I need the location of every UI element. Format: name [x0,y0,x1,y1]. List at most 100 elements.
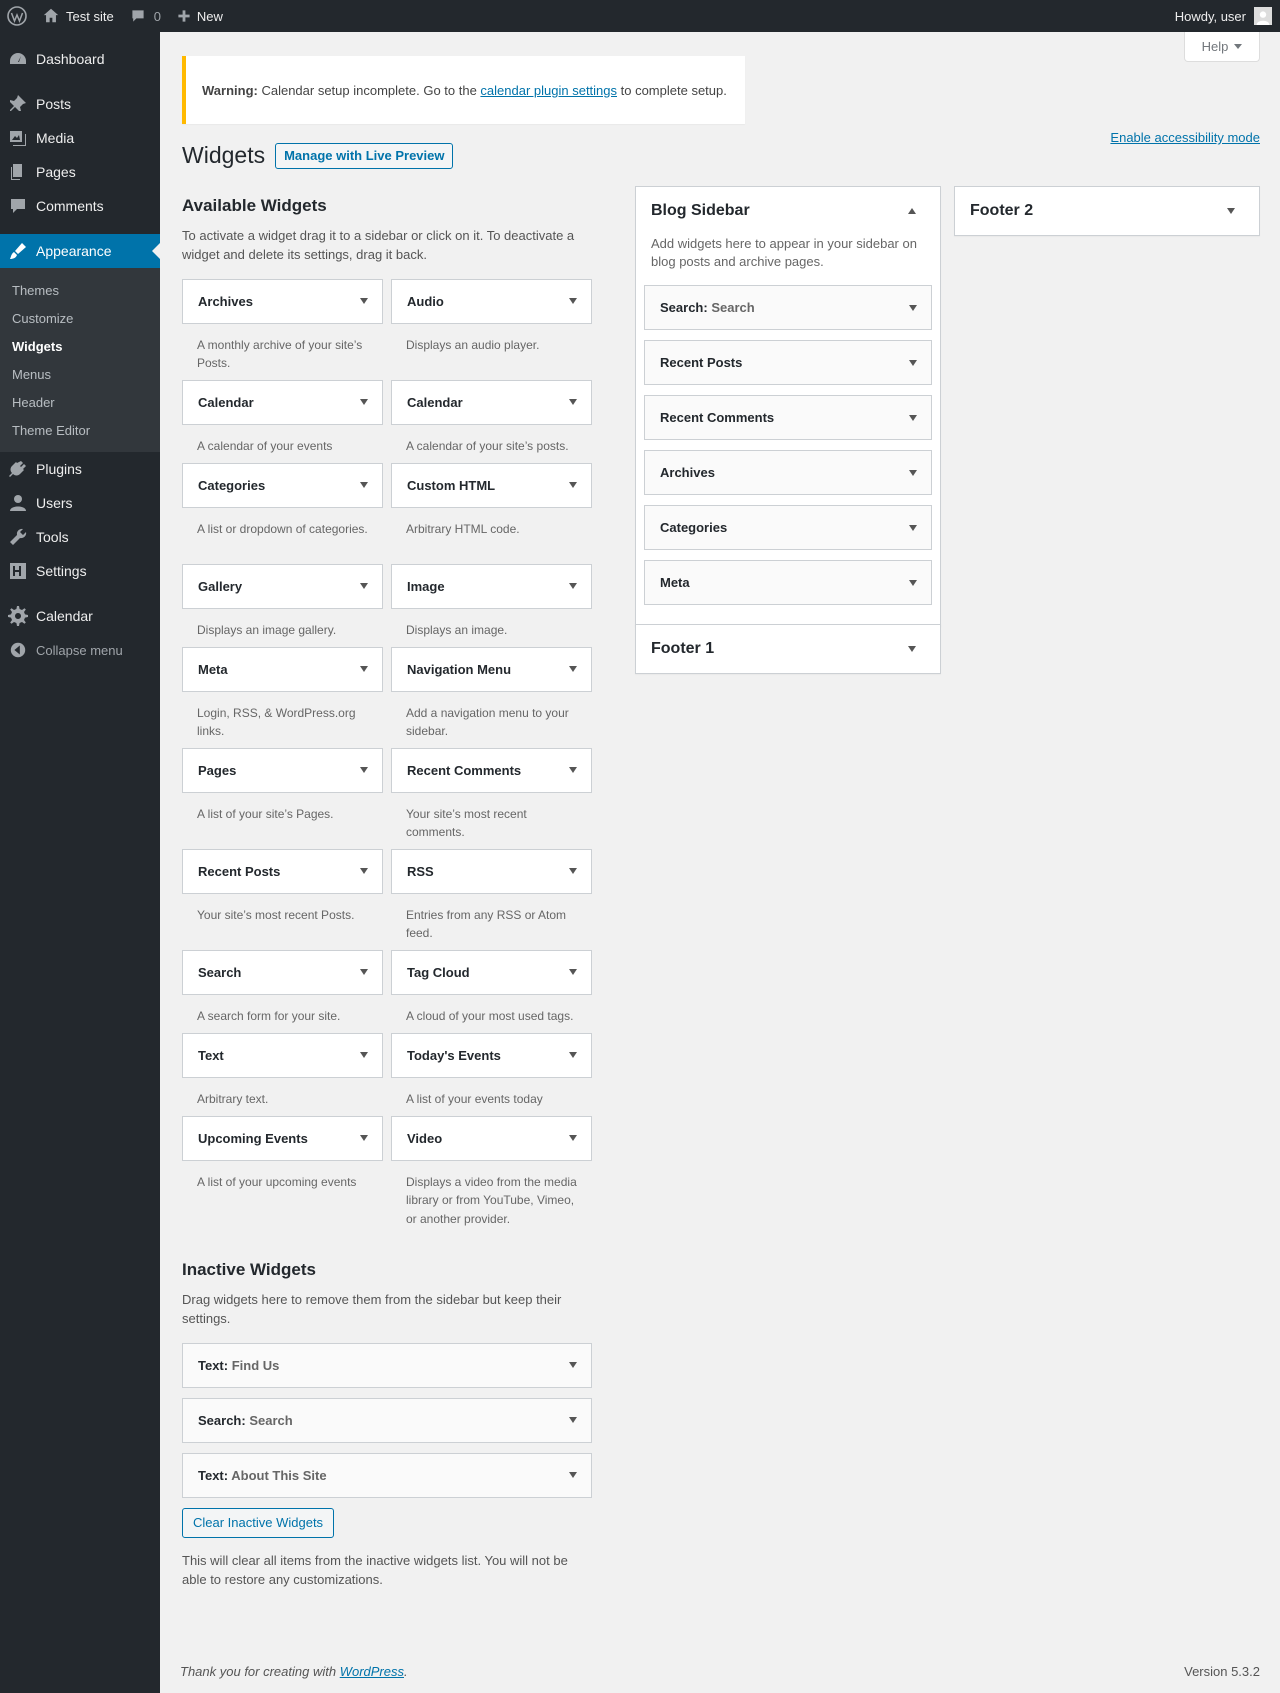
footer-1-title: Footer 1 [651,640,715,657]
arrow-down-icon[interactable] [909,579,917,586]
menu-pages[interactable]: Pages [0,155,160,189]
calendar-settings-link[interactable]: calendar plugin settings [480,83,617,98]
widget-title-bar[interactable]: Categories [182,462,383,508]
submenu-menus[interactable]: Menus [0,360,160,388]
widget-title-bar[interactable]: Calendar [182,379,383,425]
menu-posts[interactable]: Posts [0,87,160,121]
submenu-themes[interactable]: Themes [0,276,160,304]
widget-description: A list of your events today [406,1091,543,1106]
arrow-down-icon[interactable] [909,524,917,531]
arrow-up-icon[interactable] [908,208,916,214]
menu-dashboard[interactable]: Dashboard [0,42,160,76]
submenu-customize[interactable]: Customize [0,304,160,332]
arrow-down-icon[interactable] [569,868,577,875]
menu-appearance[interactable]: Appearance [0,234,160,268]
widget-title-bar[interactable]: Meta [182,646,383,692]
submenu-header[interactable]: Header [0,388,160,416]
inactive-widget[interactable]: Text: Find Us [182,1342,592,1388]
menu-tools[interactable]: Tools [0,520,160,554]
widget-title-bar[interactable]: Archives [182,278,383,324]
widget-title-bar[interactable]: Calendar [391,379,592,425]
arrow-down-icon[interactable] [569,298,577,305]
arrow-down-icon[interactable] [569,1417,577,1424]
menu-plugins[interactable]: Plugins [0,452,160,486]
submenu-theme-editor[interactable]: Theme Editor [0,416,160,444]
widget-title-bar[interactable]: Image [391,563,592,609]
widget-title-bar[interactable]: Pages [182,747,383,793]
menu-comments[interactable]: Comments [0,189,160,223]
arrow-down-icon[interactable] [908,646,916,652]
arrow-down-icon[interactable] [360,399,368,406]
arrow-down-icon[interactable] [909,304,917,311]
widget-title-bar[interactable]: Recent Comments [391,747,592,793]
arrow-down-icon[interactable] [569,1362,577,1369]
help-tab-button[interactable]: Help [1184,32,1260,62]
submenu-widgets[interactable]: Widgets [0,332,160,360]
sidebar-widget[interactable]: Categories [644,505,932,551]
arrow-down-icon[interactable] [909,469,917,476]
widget-label: Search: Search [660,300,755,315]
arrow-down-icon[interactable] [569,482,577,489]
new-content-link[interactable]: New [169,0,231,32]
widget-title-bar[interactable]: RSS [391,848,592,894]
widget-title-bar[interactable]: Upcoming Events [182,1115,383,1161]
widget-title-bar[interactable]: Video [391,1115,592,1161]
sidebar-widget[interactable]: Archives [644,450,932,496]
arrow-down-icon[interactable] [360,868,368,875]
arrow-down-icon[interactable] [909,359,917,366]
arrow-down-icon[interactable] [360,666,368,673]
arrow-down-icon[interactable] [569,1052,577,1059]
arrow-down-icon[interactable] [569,1135,577,1142]
arrow-down-icon[interactable] [360,482,368,489]
widget-title-bar[interactable]: Audio [391,278,592,324]
menu-calendar[interactable]: Calendar [0,599,160,633]
enable-accessibility-link[interactable]: Enable accessibility mode [1110,130,1260,145]
available-widget: RSS Entries from any RSS or Atom feed. [391,848,592,950]
widget-title-bar[interactable]: Navigation Menu [391,646,592,692]
sidebar-widget[interactable]: Meta [644,560,932,606]
wordpress-logo-icon[interactable] [0,0,34,32]
arrow-down-icon[interactable] [569,767,577,774]
arrow-down-icon[interactable] [569,666,577,673]
widget-title-bar[interactable]: Search [182,949,383,995]
arrow-down-icon[interactable] [569,399,577,406]
widget-title-bar[interactable]: Tag Cloud [391,949,592,995]
my-account-link[interactable]: Howdy, user [1167,0,1280,32]
menu-users[interactable]: Users [0,486,160,520]
arrow-down-icon[interactable] [360,767,368,774]
widget-title-bar[interactable]: Custom HTML [391,462,592,508]
sidebar-widget[interactable]: Recent Posts [644,340,932,386]
live-preview-button[interactable]: Manage with Live Preview [275,142,454,169]
widget-title-bar[interactable]: Recent Posts [182,848,383,894]
footer-2-header[interactable]: Footer 2 [955,187,1259,235]
arrow-down-icon[interactable] [909,414,917,421]
collapse-menu-button[interactable]: Collapse menu [0,633,160,667]
arrow-down-icon[interactable] [569,583,577,590]
wordpress-link[interactable]: WordPress [340,1664,404,1679]
arrow-down-icon[interactable] [360,298,368,305]
inactive-widget[interactable]: Text: About This Site [182,1452,592,1498]
blog-sidebar-header[interactable]: Blog Sidebar [636,187,940,235]
menu-label: Posts [36,96,72,112]
arrow-down-icon[interactable] [569,969,577,976]
site-name-link[interactable]: Test site [34,0,122,32]
footer-1-header[interactable]: Footer 1 [636,625,940,673]
available-widget: Recent Posts Your site’s most recent Post… [182,848,383,950]
sidebar-widget[interactable]: Search: Search [644,285,932,331]
arrow-down-icon[interactable] [360,583,368,590]
menu-settings[interactable]: Settings [0,554,160,588]
arrow-down-icon[interactable] [360,1135,368,1142]
arrow-down-icon[interactable] [569,1472,577,1479]
comments-link[interactable]: 0 [122,0,169,32]
arrow-down-icon[interactable] [1227,208,1235,214]
clear-inactive-widgets-button[interactable]: Clear Inactive Widgets [182,1507,335,1538]
inactive-widget[interactable]: Search: Search [182,1397,592,1443]
arrow-down-icon[interactable] [360,1052,368,1059]
sidebar-widget[interactable]: Recent Comments [644,395,932,441]
arrow-down-icon[interactable] [360,969,368,976]
blog-sidebar-area: Blog Sidebar Add widgets here to appear … [635,186,941,627]
widget-title-bar[interactable]: Today's Events [391,1032,592,1078]
menu-media[interactable]: Media [0,121,160,155]
widget-title-bar[interactable]: Text [182,1032,383,1078]
widget-title-bar[interactable]: Gallery [182,563,383,609]
